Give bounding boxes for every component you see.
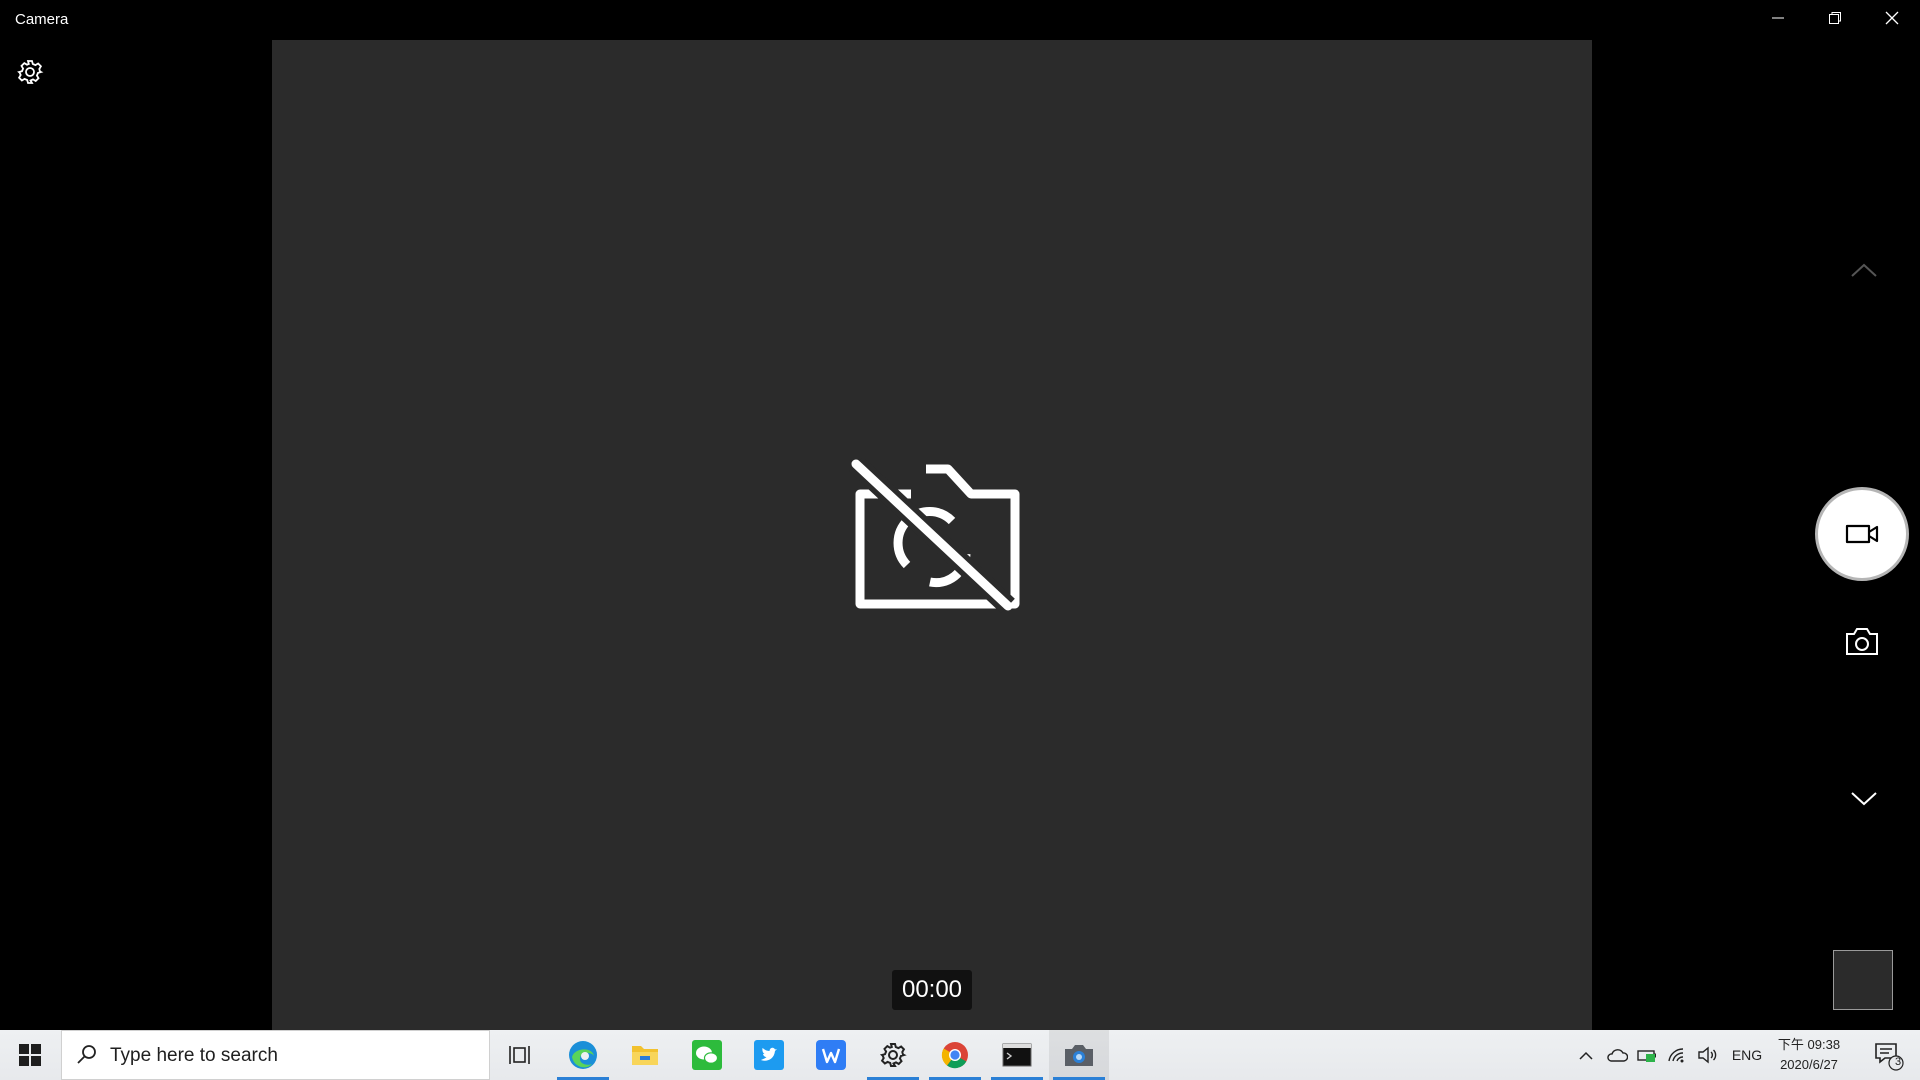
- terminal-icon: [1002, 1043, 1032, 1067]
- speaker-icon: [1698, 1046, 1717, 1064]
- mode-up-button[interactable]: [1846, 258, 1882, 284]
- recording-timer: 00:00: [892, 970, 972, 1010]
- taskbar: Type here to search ENG 下午 09:38 2020/6/…: [0, 1030, 1920, 1080]
- title-bar: Camera: [0, 0, 1920, 40]
- taskbar-wps[interactable]: [801, 1030, 861, 1080]
- mode-down-button[interactable]: [1846, 785, 1882, 811]
- chevron-up-icon: [1579, 1051, 1593, 1060]
- taskbar-terminal[interactable]: [987, 1030, 1047, 1080]
- tray-network[interactable]: [1665, 1030, 1689, 1080]
- taskbar-twitter[interactable]: [739, 1030, 799, 1080]
- record-video-button[interactable]: [1815, 487, 1909, 581]
- wifi-icon: [1668, 1048, 1684, 1063]
- windows-logo-icon: [19, 1044, 41, 1066]
- chevron-down-icon: [1851, 792, 1877, 806]
- search-placeholder: Type here to search: [110, 1045, 278, 1066]
- folder-icon: [632, 1046, 658, 1065]
- minimize-icon: [1771, 11, 1785, 30]
- taskbar-clock[interactable]: 下午 09:38 2020/6/27: [1772, 1030, 1846, 1080]
- twitter-icon: [754, 1040, 784, 1070]
- taskbar-edge[interactable]: [553, 1030, 613, 1080]
- photo-mode-button[interactable]: [1844, 626, 1880, 658]
- camera-icon: [1846, 628, 1878, 655]
- tray-volume[interactable]: [1694, 1030, 1720, 1080]
- camera-icon: [1065, 1045, 1093, 1066]
- search-icon: [77, 1045, 96, 1064]
- chrome-icon: [941, 1042, 968, 1069]
- chevron-up-icon: [1851, 263, 1877, 277]
- close-icon: [1885, 11, 1899, 30]
- last-capture-thumbnail[interactable]: [1833, 950, 1893, 1010]
- show-hidden-icons-button[interactable]: [1576, 1030, 1596, 1080]
- action-center-button[interactable]: 3: [1862, 1030, 1914, 1080]
- start-button[interactable]: [0, 1030, 60, 1080]
- camera-off-icon: [840, 456, 1030, 618]
- battery-icon: [1637, 1050, 1656, 1062]
- language-indicator[interactable]: ENG: [1728, 1030, 1766, 1080]
- wechat-icon: [692, 1040, 722, 1070]
- taskbar-file-explorer[interactable]: [615, 1030, 675, 1080]
- clock-time: 下午 09:38: [1777, 1037, 1841, 1052]
- restore-icon: [1828, 11, 1842, 30]
- minimize-button[interactable]: [1749, 0, 1806, 40]
- gear-icon: [879, 1043, 907, 1067]
- taskbar-wechat[interactable]: [677, 1030, 737, 1080]
- restore-button[interactable]: [1806, 0, 1863, 40]
- camera-app-window: Camera 00:00: [0, 0, 1920, 1030]
- close-button[interactable]: [1863, 0, 1920, 40]
- taskbar-settings[interactable]: [863, 1030, 923, 1080]
- tray-battery[interactable]: [1635, 1030, 1659, 1080]
- taskbar-chrome[interactable]: [925, 1030, 985, 1080]
- gear-icon: [17, 60, 44, 84]
- settings-button[interactable]: [16, 58, 44, 86]
- taskbar-search-box[interactable]: Type here to search: [61, 1030, 490, 1080]
- taskbar-camera[interactable]: [1049, 1030, 1109, 1080]
- video-camera-icon: [1845, 524, 1879, 544]
- cloud-icon: [1607, 1049, 1628, 1062]
- tray-onedrive[interactable]: [1605, 1030, 1629, 1080]
- task-view-icon: [509, 1046, 530, 1064]
- notification-count-badge: 3: [1894, 1056, 1902, 1068]
- window-title: Camera: [15, 11, 69, 28]
- edge-icon: [569, 1041, 597, 1069]
- clock-date: 2020/6/27: [1780, 1057, 1838, 1072]
- wps-icon: [816, 1040, 846, 1070]
- taskbar-task-view[interactable]: [490, 1030, 550, 1080]
